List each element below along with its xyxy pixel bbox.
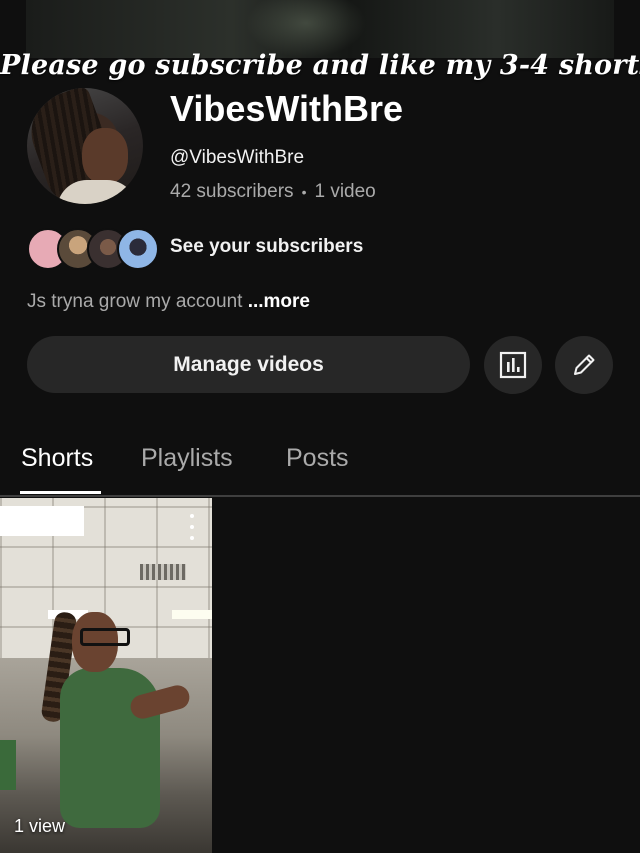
ceiling-vent xyxy=(140,564,186,580)
tab-playlists[interactable]: Playlists xyxy=(141,444,233,473)
tab-posts[interactable]: Posts xyxy=(286,444,349,473)
analytics-icon xyxy=(499,351,527,379)
kebab-icon[interactable] xyxy=(182,512,202,542)
see-subscribers-link[interactable]: See your subscribers xyxy=(170,236,363,258)
pencil-icon xyxy=(574,354,595,375)
description-text: Js tryna grow my account xyxy=(27,291,243,312)
tabs-divider xyxy=(0,495,640,497)
active-tab-indicator xyxy=(20,491,101,494)
channel-handle: @VibesWithBre xyxy=(170,147,305,168)
video-count: 1 video xyxy=(314,181,376,202)
stats-separator: • xyxy=(301,184,307,200)
analytics-button[interactable] xyxy=(484,336,542,394)
thumbnail-person-shirt xyxy=(60,668,160,828)
channel-description[interactable]: Js tryna grow my account ...more xyxy=(27,291,310,313)
manage-videos-button[interactable]: Manage videos xyxy=(27,336,470,393)
kebab-dot xyxy=(190,525,194,529)
channel-name: VibesWithBre xyxy=(170,88,404,129)
subscriber-avatars[interactable] xyxy=(27,228,159,270)
short-view-count: 1 view xyxy=(14,816,66,836)
channel-tabs: Shorts Playlists Posts xyxy=(0,430,640,496)
ceiling-light xyxy=(172,610,212,619)
tab-shorts[interactable]: Shorts xyxy=(21,444,93,473)
channel-stats: 42 subscribers • 1 video xyxy=(170,181,376,203)
edit-channel-button[interactable] xyxy=(555,336,613,394)
thumbnail-detail xyxy=(0,740,16,790)
channel-avatar[interactable] xyxy=(27,88,143,204)
overlay-caption: Please go subscribe and like my 3-4 shor… xyxy=(0,50,640,81)
ceiling-light xyxy=(0,506,84,536)
kebab-dot xyxy=(190,514,194,518)
thumbnail-person-glasses xyxy=(80,628,130,646)
more-link[interactable]: ...more xyxy=(248,291,310,312)
kebab-dot xyxy=(190,536,194,540)
subscriber-avatar xyxy=(117,228,159,270)
subscriber-count: 42 subscribers xyxy=(170,181,294,202)
avatar-face xyxy=(82,128,128,184)
